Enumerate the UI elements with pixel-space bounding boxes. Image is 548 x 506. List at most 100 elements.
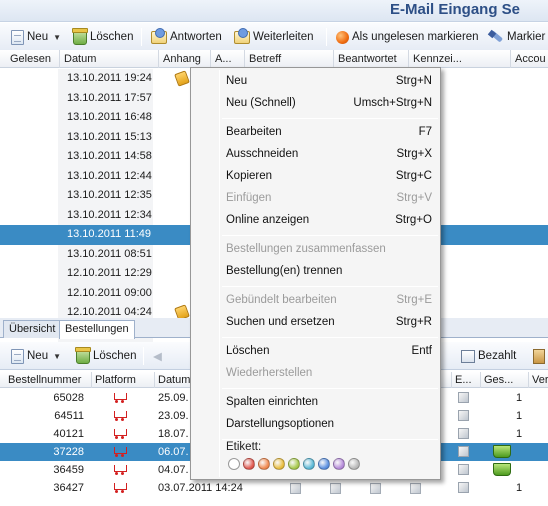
menu-item-shortcut: Entf <box>411 345 432 357</box>
edit-icon[interactable] <box>410 483 421 494</box>
back-button[interactable]: ◀ <box>150 346 165 366</box>
chevron-down-icon[interactable]: ▼ <box>53 352 61 361</box>
menu-item[interactable]: Suchen und ersetzen Strg+R <box>191 312 440 334</box>
edit-icon[interactable] <box>458 464 469 475</box>
menu-item[interactable]: Neu (Schnell) Umsch+Strg+N <box>191 93 440 115</box>
new-document-icon <box>11 348 24 364</box>
orders-column-header-3[interactable]: E... <box>455 374 472 386</box>
mail-date: 12.10.2011 12:29 <box>58 264 153 284</box>
tab-overview[interactable]: Übersicht <box>3 320 62 338</box>
column-header-0[interactable]: Gelesen <box>10 53 51 65</box>
column-header-3[interactable]: A... <box>215 53 232 65</box>
menu-item-label: Bestellungen zusammenfassen <box>226 243 386 255</box>
trash-icon <box>72 27 88 45</box>
order-date: 06.07. <box>158 446 189 458</box>
chevron-down-icon[interactable]: ▼ <box>53 33 61 42</box>
cart-icon <box>113 446 127 457</box>
label-color-swatch[interactable] <box>258 458 270 470</box>
reply-button-label: Antworten <box>170 31 222 43</box>
menu-item-label: Bearbeiten <box>226 126 282 138</box>
label-color-swatches <box>228 458 360 470</box>
edit-icon[interactable] <box>458 428 469 439</box>
column-separator <box>408 50 409 68</box>
menu-item[interactable]: Online anzeigen Strg+O <box>191 210 440 232</box>
label-caption: Etikett: <box>226 441 262 453</box>
label-color-swatch[interactable] <box>333 458 345 470</box>
delete-button[interactable]: Löschen <box>70 27 136 47</box>
orders-new-button[interactable]: Neu ▼ <box>8 346 64 366</box>
menu-item-shortcut: Strg+R <box>395 316 432 328</box>
orders-column-header-2[interactable]: Datum <box>158 374 190 386</box>
mail-date: 13.10.2011 12:34 <box>58 205 153 225</box>
edit-icon[interactable] <box>370 483 381 494</box>
edit-icon[interactable] <box>290 483 301 494</box>
order-count: 1 <box>516 428 523 440</box>
menu-separator <box>222 388 438 389</box>
menu-item-label: Ausschneiden <box>226 148 299 160</box>
column-separator <box>91 372 92 388</box>
orders-column-header-0[interactable]: Bestellnummer <box>8 374 81 386</box>
mark-button[interactable]: Markier <box>485 27 548 47</box>
menu-item[interactable]: Löschen Entf <box>191 341 440 363</box>
menu-item[interactable]: Spalten einrichten <box>191 392 440 414</box>
column-header-6[interactable]: Kennzei... <box>413 53 462 65</box>
menu-item[interactable]: Kopieren Strg+C <box>191 166 440 188</box>
label-color-swatch[interactable] <box>273 458 285 470</box>
column-header-2[interactable]: Anhang <box>163 53 201 65</box>
menu-item[interactable]: Ausschneiden Strg+X <box>191 144 440 166</box>
edit-icon[interactable] <box>458 446 469 457</box>
orders-column-header-5[interactable]: Ver <box>532 374 548 386</box>
edit-icon[interactable] <box>458 482 469 493</box>
menu-item: Gebündelt bearbeiten Strg+E <box>191 290 440 312</box>
reply-button[interactable]: Antworten <box>148 27 225 47</box>
column-separator <box>59 50 60 68</box>
orders-extra-button[interactable] <box>530 346 548 366</box>
mark-unread-button[interactable]: Als ungelesen markieren <box>333 27 482 47</box>
menu-item[interactable]: Bearbeiten F7 <box>191 122 440 144</box>
menu-item-shortcut: Strg+O <box>395 214 432 226</box>
cart-icon <box>113 410 127 421</box>
menu-item[interactable]: Bestellung(en) trennen <box>191 261 440 283</box>
label-color-swatch[interactable] <box>348 458 360 470</box>
column-header-5[interactable]: Beantwortet <box>338 53 397 65</box>
label-color-swatch[interactable] <box>243 458 255 470</box>
order-row[interactable]: 36427 03.07.2011 14:24 1 <box>0 479 548 497</box>
column-header-7[interactable]: Accou <box>515 53 546 65</box>
order-count: 1 <box>516 392 523 404</box>
paid-button[interactable]: Bezahlt <box>458 346 519 366</box>
new-button[interactable]: Neu ▼ <box>8 27 64 47</box>
mail-date: 13.10.2011 15:13 <box>58 127 153 147</box>
label-color-swatch[interactable] <box>228 458 240 470</box>
toolbar-separator <box>326 28 327 46</box>
tab-orders[interactable]: Bestellungen <box>59 320 135 339</box>
delete-button-label: Löschen <box>90 31 134 43</box>
mail-date: 13.10.2011 08:51 <box>58 244 153 264</box>
menu-item: Bestellungen zusammenfassen <box>191 239 440 261</box>
menu-separator <box>222 337 438 338</box>
edit-icon[interactable] <box>330 483 341 494</box>
label-color-swatch[interactable] <box>288 458 300 470</box>
menu-separator <box>222 235 438 236</box>
menu-item-label: Bestellung(en) trennen <box>226 265 343 277</box>
column-header-1[interactable]: Datum <box>64 53 96 65</box>
edit-icon[interactable] <box>458 410 469 421</box>
orders-column-header-4[interactable]: Ges... <box>484 374 513 386</box>
new-button-label: Neu <box>27 31 49 43</box>
mail-date: 13.10.2011 12:44 <box>58 166 153 186</box>
menu-item[interactable]: Darstellungsoptionen <box>191 414 440 436</box>
back-arrow-icon: ◀ <box>153 351 162 363</box>
label-color-swatch[interactable] <box>303 458 315 470</box>
column-header-4[interactable]: Betreff <box>249 53 281 65</box>
menu-separator <box>222 286 438 287</box>
orders-delete-button[interactable]: Löschen <box>73 346 139 366</box>
menu-item-label: Wiederherstellen <box>226 367 313 379</box>
edit-icon[interactable] <box>458 392 469 403</box>
menu-item-label: Neu (Schnell) <box>226 97 296 109</box>
orders-column-header-1[interactable]: Platform <box>95 374 136 386</box>
menu-item-label: Einfügen <box>226 192 272 204</box>
forward-button[interactable]: Weiterleiten <box>231 27 317 47</box>
menu-item[interactable]: Neu Strg+N <box>191 71 440 93</box>
menu-item-label: Suchen und ersetzen <box>226 316 335 328</box>
order-date: 04.07. <box>158 464 189 476</box>
label-color-swatch[interactable] <box>318 458 330 470</box>
